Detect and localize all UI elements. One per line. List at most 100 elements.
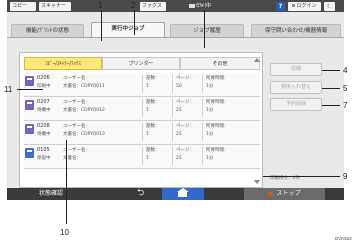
document-name: 文書名：CDPYO013 bbox=[63, 131, 105, 138]
document-label: 文書名： bbox=[63, 84, 81, 89]
document-value: CDPYO012 bbox=[81, 108, 105, 113]
pages-label: ページ： bbox=[176, 76, 194, 81]
reorder-button[interactable]: 順序入れ替え bbox=[270, 81, 322, 94]
help-button[interactable]: ? bbox=[276, 2, 285, 11]
column-divider bbox=[142, 123, 143, 141]
sets-value: 1 bbox=[146, 108, 149, 113]
column-divider bbox=[142, 99, 143, 117]
callout-4: 4 bbox=[343, 66, 348, 75]
job-row[interactable]: 0105 保留中 ユーザー名： 文書名： 部数： 1 ページ： 25 所要時間：… bbox=[24, 145, 260, 169]
job-id: 0206 bbox=[37, 75, 50, 81]
delete-reservation-button[interactable]: 予約削除 bbox=[270, 98, 322, 111]
callout-3: 3 bbox=[201, 1, 206, 10]
callout-9: 9 bbox=[343, 172, 348, 181]
login-button[interactable]: ログイン bbox=[288, 2, 321, 11]
printer-job-icon bbox=[25, 124, 34, 134]
callout-line-2 bbox=[134, 10, 135, 35]
column-divider bbox=[142, 75, 143, 93]
callout-line-11 bbox=[17, 89, 43, 90]
stop-button[interactable]: ストップ bbox=[244, 188, 325, 200]
status-check-button[interactable]: 状態確認 bbox=[39, 188, 63, 200]
callout-10: 10 bbox=[60, 228, 69, 237]
time-label: 所要時間： bbox=[206, 76, 229, 81]
printing-indicator: 印刷中 bbox=[189, 1, 211, 11]
energy-saver-button[interactable]: ☾ bbox=[324, 2, 335, 11]
scroll-down-arrow[interactable] bbox=[254, 180, 260, 184]
time-label: 所要時間： bbox=[206, 100, 229, 105]
time-label: 所要時間： bbox=[206, 148, 229, 153]
column-divider bbox=[202, 99, 203, 117]
job-status: 待機中 bbox=[37, 108, 51, 113]
sets-label: 部数： bbox=[146, 100, 160, 105]
tab-current-jobs[interactable]: 実行中ジョブ bbox=[91, 22, 165, 37]
figure-code: DVK522 bbox=[335, 236, 352, 241]
sets-label: 部数： bbox=[146, 148, 160, 153]
stop-icon bbox=[268, 191, 274, 196]
pages-value: 25 bbox=[176, 108, 182, 113]
document-value: CDPYO011 bbox=[81, 84, 105, 89]
column-divider bbox=[202, 123, 203, 141]
callout-line-5 bbox=[322, 88, 340, 89]
home-icon bbox=[178, 191, 187, 197]
pages-value: 25 bbox=[176, 156, 182, 161]
scroll-up-arrow[interactable] bbox=[254, 58, 260, 62]
scan-job-icon bbox=[25, 148, 34, 158]
callout-line-4 bbox=[322, 70, 340, 71]
job-id: 0208 bbox=[37, 123, 50, 129]
user-name-label: ユーザー名： bbox=[63, 148, 90, 153]
copy-button[interactable]: コピー bbox=[10, 2, 36, 11]
job-status: 保留中 bbox=[37, 156, 51, 161]
job-list: 0206 印刷中 ユーザー名： 文書名：CDPYO011 部数： 1 ページ： … bbox=[24, 73, 260, 169]
pages-label: ページ： bbox=[176, 100, 194, 105]
back-icon[interactable]: ⮌ bbox=[137, 188, 144, 200]
job-row[interactable]: 0208 待機中 ユーザー名： 文書名：CDPYO013 部数： 1 ページ： … bbox=[24, 121, 260, 145]
tab-maintenance[interactable]: 保守問い合わせ/機器情報 bbox=[251, 24, 341, 37]
time-value: 1分 bbox=[206, 108, 214, 113]
callout-line-9 bbox=[263, 176, 340, 177]
column-divider bbox=[142, 147, 143, 165]
sets-label: 部数： bbox=[146, 124, 160, 129]
user-name-label: ユーザー名： bbox=[63, 124, 90, 129]
column-divider bbox=[172, 99, 173, 117]
sets-value: 1 bbox=[146, 132, 149, 137]
time-value: 1分 bbox=[206, 132, 214, 137]
pages-value: 50 bbox=[176, 84, 182, 89]
callout-line-3 bbox=[204, 10, 205, 48]
tab-divider bbox=[7, 37, 344, 38]
sets-value: 1 bbox=[146, 84, 149, 89]
pages-label: ページ： bbox=[176, 124, 194, 129]
tab-status[interactable]: 機能/ﾌﾟﾘﾝﾄの状態 bbox=[11, 24, 84, 37]
callout-5: 5 bbox=[343, 84, 348, 93]
job-id: 0207 bbox=[37, 99, 50, 105]
column-divider bbox=[172, 75, 173, 93]
column-divider bbox=[172, 147, 173, 165]
job-row[interactable]: 0207 待機中 ユーザー名： 文書名：CDPYO012 部数： 1 ページ： … bbox=[24, 97, 260, 121]
job-row[interactable]: 0206 印刷中 ユーザー名： 文書名：CDPYO011 部数： 1 ページ： … bbox=[24, 73, 260, 97]
callout-11: 11 bbox=[4, 85, 13, 94]
job-list-panel: ｺﾋﾟｰ/ｽｷｬﾅｰ/ﾌｧｸｽ プリンター その他 0206 印刷中 ユーザー名… bbox=[19, 52, 263, 188]
column-divider bbox=[172, 123, 173, 141]
login-label: ログイン bbox=[296, 3, 317, 9]
printer-icon bbox=[189, 3, 195, 8]
column-divider bbox=[202, 75, 203, 93]
pages-label: ページ： bbox=[176, 148, 194, 153]
scanner-button[interactable]: スキャナー bbox=[39, 2, 71, 11]
printer-job-icon bbox=[25, 76, 34, 86]
document-name: 文書名：CDPYO012 bbox=[63, 107, 105, 114]
sets-label: 部数： bbox=[146, 76, 160, 81]
details-button[interactable]: 詳細 bbox=[270, 63, 322, 76]
fax-button[interactable]: ファクス bbox=[140, 2, 166, 11]
callout-line-10 bbox=[66, 140, 67, 224]
device-screen: コピー スキャナー ファクス 印刷中 ? ログイン ☾ 機能/ﾌﾟﾘﾝﾄの状態 … bbox=[7, 0, 344, 200]
job-id: 0105 bbox=[37, 147, 50, 153]
subtab-other[interactable]: その他 bbox=[180, 57, 260, 70]
subtab-copy-scan-fax[interactable]: ｺﾋﾟｰ/ｽｷｬﾅｰ/ﾌｧｸｽ bbox=[24, 57, 102, 70]
subtab-printer[interactable]: プリンター bbox=[102, 57, 180, 70]
time-label: 所要時間： bbox=[206, 124, 229, 129]
user-name-label: ユーザー名： bbox=[63, 100, 90, 105]
document-label: 文書名： bbox=[63, 132, 81, 137]
home-button[interactable] bbox=[162, 188, 204, 200]
user-name-label: ユーザー名： bbox=[63, 76, 90, 81]
pages-value: 25 bbox=[176, 132, 182, 137]
tab-job-history[interactable]: ジョブ履歴 bbox=[170, 24, 244, 37]
